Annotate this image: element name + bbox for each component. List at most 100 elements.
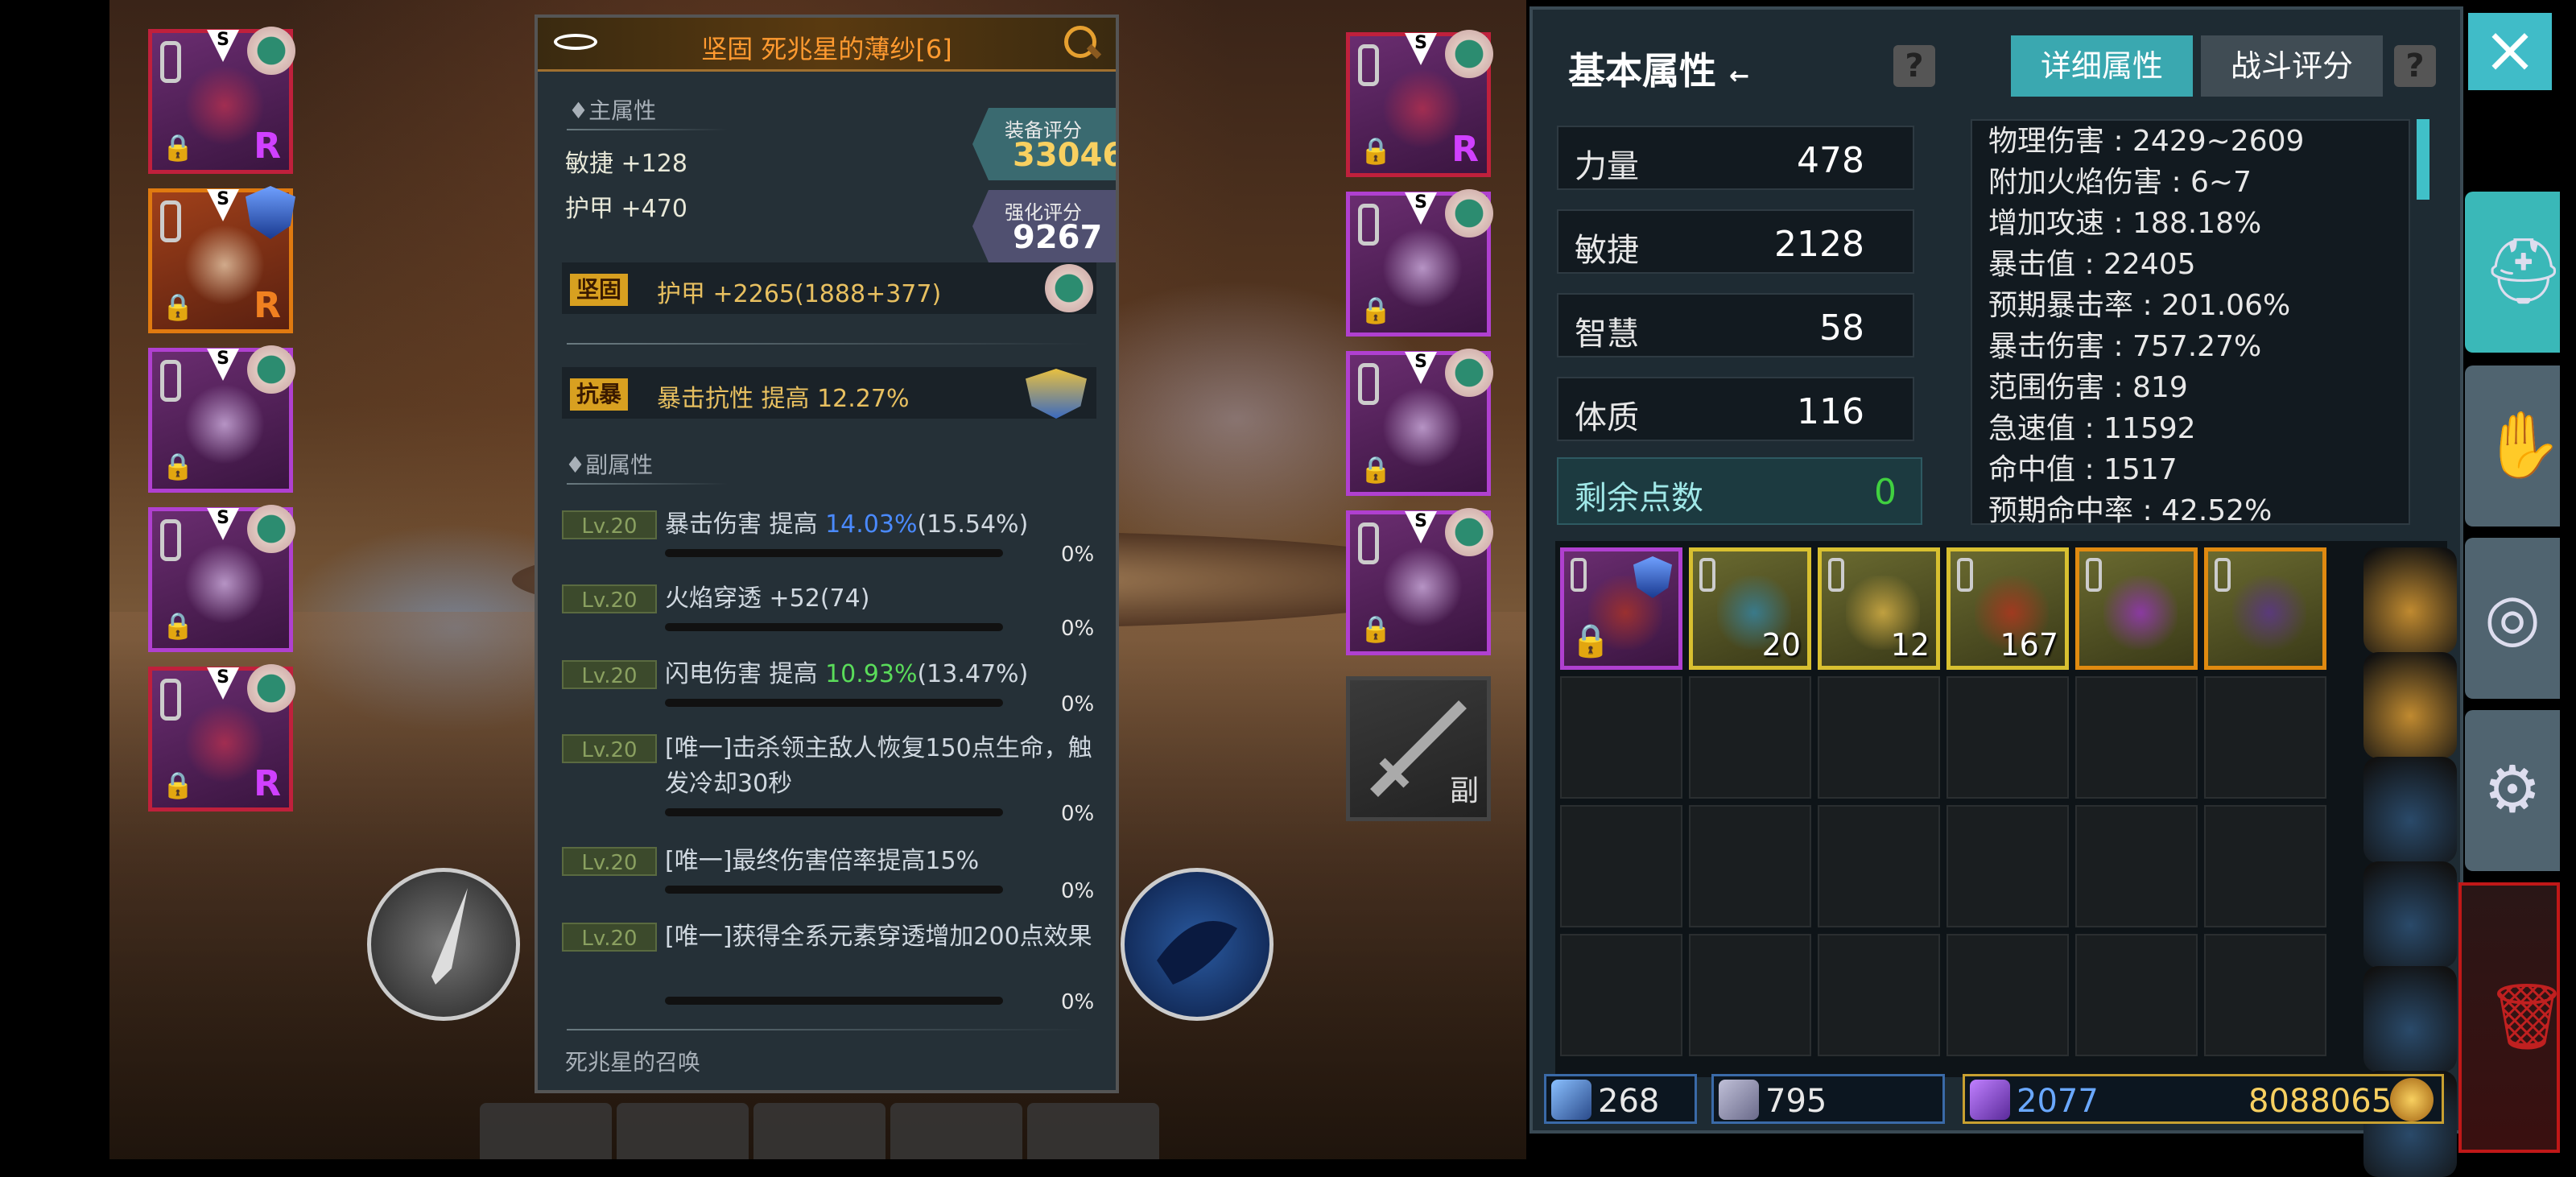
emblem-icon xyxy=(247,505,295,553)
progress-percent: 0% xyxy=(1061,617,1095,641)
inventory-empty-slot[interactable] xyxy=(1946,805,2069,927)
progress-percent: 0% xyxy=(1061,990,1095,1014)
attribute-row: 力量 478 xyxy=(1557,126,1914,190)
skill-dagger-button[interactable] xyxy=(367,868,520,1021)
inventory-empty-slot[interactable] xyxy=(2075,805,2198,927)
grade-flag: S xyxy=(207,30,239,62)
grade-flag: S xyxy=(1405,192,1437,225)
emblem-icon xyxy=(1445,349,1493,397)
equipment-slot[interactable]: S 🔒 R xyxy=(148,664,295,812)
crit-resist-row: 抗暴 暴击抗性 提高 12.27% xyxy=(562,367,1096,419)
item-quantity: 20 xyxy=(1761,627,1801,663)
emblem-icon xyxy=(1045,264,1093,312)
bag-slot[interactable] xyxy=(2363,652,2457,758)
tab-detail-attributes[interactable]: 详细属性 xyxy=(2011,35,2193,97)
item-art xyxy=(1382,68,1463,149)
equipment-slot[interactable]: S 🔒 xyxy=(148,345,295,493)
tab-targets[interactable]: ◎ xyxy=(2465,538,2560,699)
inventory-item[interactable]: 🔒 xyxy=(1560,547,1682,670)
detail-attributes-box[interactable]: 物理伤害 : 2429~2609 附加火焰伤害 : 6~7 增加攻速 : 188.1… xyxy=(1971,119,2410,525)
equipment-slot[interactable]: S 🔒 R xyxy=(148,27,295,174)
inventory-empty-slot[interactable] xyxy=(1818,805,1940,927)
progress-bar xyxy=(665,623,1003,631)
tab-combat-score[interactable]: 战斗评分 xyxy=(2201,35,2383,97)
equipment-slot[interactable]: S 🔒 R xyxy=(1346,30,1493,177)
inventory-empty-slot[interactable] xyxy=(1689,676,1811,799)
level-badge: Lv.20 xyxy=(562,510,657,539)
progress-bar xyxy=(665,997,1003,1005)
equipment-slot[interactable]: S 🔒 R xyxy=(148,186,295,333)
inventory-empty-slot[interactable] xyxy=(1818,934,1940,1056)
offhand-label: 副 xyxy=(1449,774,1479,807)
inventory-empty-slot[interactable] xyxy=(2204,676,2326,799)
discard-button[interactable]: 🗑 xyxy=(2458,882,2568,1153)
level-badge: Lv.20 xyxy=(562,660,657,689)
crystals-value: 2077 xyxy=(2017,1083,2099,1120)
inventory-empty-slot[interactable] xyxy=(1689,805,1811,927)
bag-slot[interactable] xyxy=(2363,861,2457,968)
item-art xyxy=(1382,547,1463,627)
rank-label: R xyxy=(254,126,281,167)
inventory-empty-slot[interactable] xyxy=(1560,934,1682,1056)
chain-icon xyxy=(160,360,181,402)
lock-icon: 🔒 xyxy=(1360,613,1392,644)
enhance-score-tag: 强化评分 9267 xyxy=(972,190,1116,262)
attribute-value: 58 xyxy=(1819,308,1864,349)
inventory-empty-slot[interactable] xyxy=(1946,934,2069,1056)
offhand-slot[interactable]: 副 xyxy=(1346,676,1491,821)
inventory-empty-slot[interactable] xyxy=(2204,805,2326,927)
item-art xyxy=(2103,576,2178,650)
inventory-empty-slot[interactable] xyxy=(1818,676,1940,799)
set-name: 死兆星的召唤 xyxy=(565,1049,701,1076)
grade-flag: S xyxy=(207,667,239,700)
inventory-empty-slot[interactable] xyxy=(1560,676,1682,799)
equipment-slot[interactable]: S 🔒 xyxy=(1346,349,1493,496)
tab-settings[interactable]: ⚙ xyxy=(2465,710,2560,871)
lock-icon: 🔒 xyxy=(1571,622,1611,659)
inventory-empty-slot[interactable] xyxy=(1560,805,1682,927)
bottom-bar-segment xyxy=(890,1103,1022,1159)
emblem-icon xyxy=(247,27,295,75)
help-icon[interactable]: ? xyxy=(2394,45,2436,87)
progress-percent: 0% xyxy=(1061,692,1095,717)
bag-slot[interactable] xyxy=(2363,547,2457,654)
skill-dash-button[interactable] xyxy=(1121,868,1274,1021)
chain-icon xyxy=(1828,558,1844,592)
lock-icon: 🔒 xyxy=(162,291,194,322)
divider xyxy=(567,483,728,485)
inventory-item[interactable]: 20 xyxy=(1689,547,1811,670)
key-icon xyxy=(1551,1080,1591,1120)
lock-icon: 🔒 xyxy=(162,770,194,800)
inventory-item[interactable]: 167 xyxy=(1946,547,2069,670)
bag-slot[interactable] xyxy=(2363,757,2457,863)
main-stat-armor: 护甲 +470 xyxy=(565,195,687,223)
gold-coin-icon xyxy=(2390,1078,2434,1121)
inventory-item[interactable] xyxy=(2204,547,2326,670)
search-icon[interactable] xyxy=(1063,24,1102,63)
chain-icon xyxy=(1358,522,1379,564)
attribute-panel: 基本属性 ← ? 详细属性 战斗评分 ? 力量 478 敏捷 2128 智慧 58 体质 11… xyxy=(1530,6,2463,1177)
sub-stat-text: [唯一]获得全系元素穿透增加200点效果 xyxy=(665,923,1092,951)
inventory-empty-slot[interactable] xyxy=(2075,934,2198,1056)
inventory-empty-slot[interactable] xyxy=(2075,676,2198,799)
tab-crafting[interactable]: ✋ xyxy=(2465,365,2563,527)
close-button[interactable]: × xyxy=(2468,13,2552,90)
bag-slot[interactable] xyxy=(2363,966,2457,1072)
equipment-slot[interactable]: S 🔒 xyxy=(1346,508,1493,655)
help-icon[interactable]: ? xyxy=(1893,45,1935,87)
inventory-empty-slot[interactable] xyxy=(1689,934,1811,1056)
detail-line: 暴击值 : 22405 xyxy=(1988,248,2196,281)
attribute-value: 2128 xyxy=(1774,224,1864,265)
inventory-empty-slot[interactable] xyxy=(2204,934,2326,1056)
inventory-item[interactable] xyxy=(2075,547,2198,670)
equipment-slot[interactable]: S 🔒 xyxy=(148,505,295,652)
shield-icon xyxy=(1026,369,1087,419)
tab-equipment[interactable]: ⛑ xyxy=(2465,192,2565,353)
detail-scrollbar[interactable] xyxy=(2417,119,2429,200)
equipment-slot[interactable]: S 🔒 xyxy=(1346,189,1493,337)
inventory-item[interactable]: 12 xyxy=(1818,547,1940,670)
inventory-empty-slot[interactable] xyxy=(1946,676,2069,799)
divider xyxy=(567,343,1090,345)
gems-counter: 795 xyxy=(1711,1074,1945,1124)
enhance-score-value: 9267 xyxy=(1013,219,1103,256)
